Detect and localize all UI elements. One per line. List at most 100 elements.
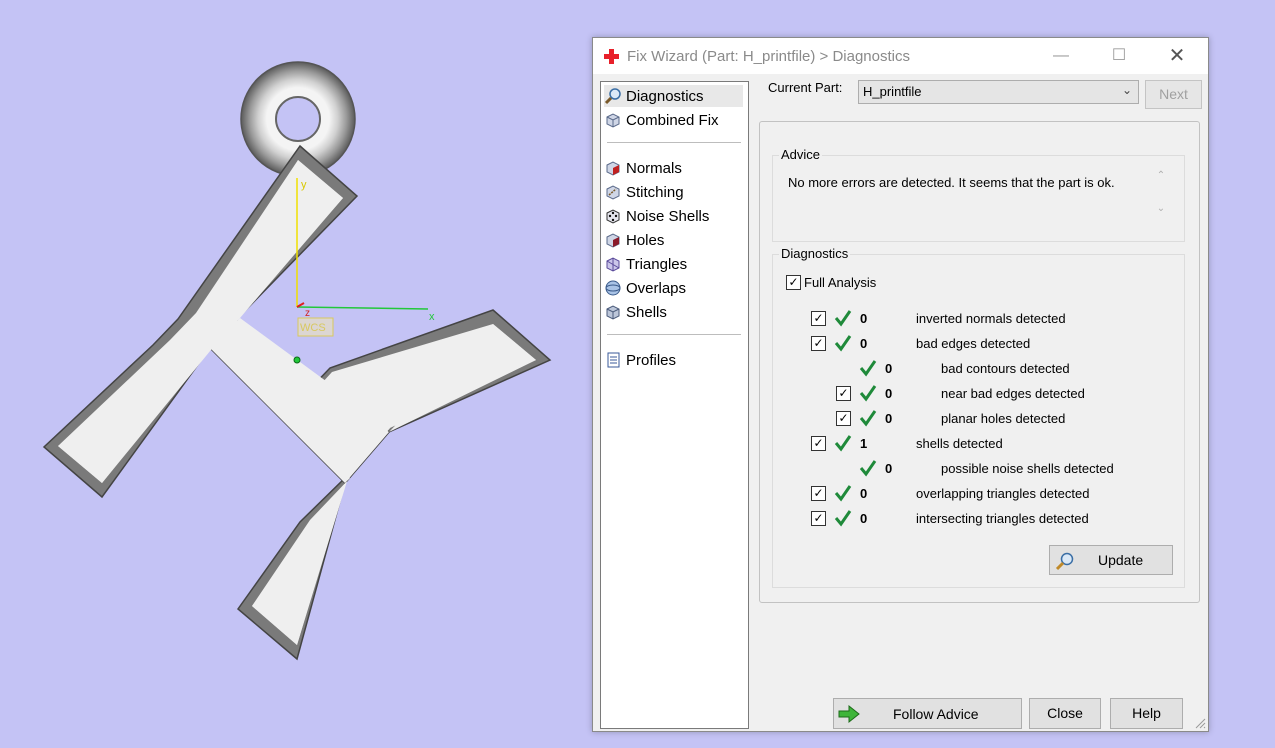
window-title: Fix Wizard (Part: H_printfile) > Diagnos… (627, 48, 910, 65)
resize-grip-icon[interactable] (1194, 717, 1206, 729)
diag-row-count: 0 (860, 336, 868, 351)
sidebar-item-label: Normals (626, 159, 682, 177)
sidebar-item-shells[interactable]: Shells (604, 301, 743, 323)
stitch-cube-icon (606, 185, 620, 200)
diag-row-count: 0 (885, 386, 893, 401)
title-bar[interactable]: Fix Wizard (Part: H_printfile) > Diagnos… (593, 38, 1208, 74)
diag-row-count: 0 (885, 361, 893, 376)
diag-row-checkbox[interactable]: ✓ (811, 511, 826, 526)
sidebar-item-label: Stitching (626, 183, 684, 201)
diagnostics-panel: Advice No more errors are detected. It s… (759, 121, 1200, 603)
wizard-sidebar: Diagnostics Combined Fix Normals Stitchi… (600, 81, 749, 729)
diag-row-checkbox[interactable]: ✓ (811, 486, 826, 501)
green-check-icon (834, 510, 852, 527)
current-part-value: H_printfile (863, 84, 922, 99)
h-model[interactable]: y x z WCS (42, 61, 552, 661)
triangle-cube-icon (606, 257, 620, 272)
axis-y-label: y (301, 179, 307, 191)
diag-row-count: 0 (860, 311, 868, 326)
diag-row-label: planar holes detected (941, 411, 1066, 426)
advice-scrollbar[interactable]: ⌃ ⌄ (1152, 170, 1170, 228)
overlap-sphere-icon (605, 280, 621, 296)
green-check-icon (834, 435, 852, 452)
axis-x-label: x (429, 311, 435, 323)
sidebar-separator (607, 334, 741, 335)
cube-hole-icon (606, 233, 620, 248)
scroll-down-icon[interactable]: ⌄ (1152, 203, 1170, 214)
follow-advice-label: Follow Advice (893, 706, 979, 722)
sidebar-item-label: Noise Shells (626, 207, 710, 225)
current-part-label: Current Part: (768, 80, 843, 95)
diag-row-count: 0 (885, 411, 893, 426)
sidebar-item-label: Triangles (626, 255, 688, 273)
diag-row-checkbox[interactable]: ✓ (836, 386, 851, 401)
green-check-icon (834, 335, 852, 352)
diag-row-checkbox[interactable]: ✓ (811, 436, 826, 451)
diag-row-label: intersecting triangles detected (916, 511, 1089, 526)
green-arrow-icon (838, 704, 860, 724)
next-button[interactable]: Next (1145, 80, 1202, 109)
sidebar-item-holes[interactable]: Holes (604, 229, 743, 251)
advice-title: Advice (779, 147, 823, 162)
wcs-label: WCS (300, 322, 326, 334)
sidebar-item-diagnostics[interactable]: Diagnostics (604, 85, 743, 107)
diag-row-label: bad contours detected (941, 361, 1070, 376)
diag-row-count: 1 (860, 436, 868, 451)
full-analysis-label: Full Analysis (804, 275, 877, 290)
sidebar-item-noise-shells[interactable]: Noise Shells (604, 205, 743, 227)
diag-row-checkbox[interactable]: ✓ (811, 311, 826, 326)
help-button[interactable]: Help (1110, 698, 1183, 729)
document-icon (607, 352, 620, 368)
diag-row-label: inverted normals detected (916, 311, 1066, 326)
diag-row-label: possible noise shells detected (941, 461, 1114, 476)
diag-row-label: overlapping triangles detected (916, 486, 1090, 501)
green-check-icon (859, 410, 877, 427)
magnifier-icon (1055, 552, 1074, 571)
diag-row-label: shells detected (916, 436, 1003, 451)
green-check-icon (834, 310, 852, 327)
close-window-button[interactable]: ✕ (1154, 38, 1200, 74)
magnifier-icon (604, 88, 621, 105)
diagnostics-title: Diagnostics (779, 246, 851, 261)
advice-text: No more errors are detected. It seems th… (788, 175, 1115, 190)
green-check-icon (859, 360, 877, 377)
diag-row-label: bad edges detected (916, 336, 1031, 351)
close-button[interactable]: Close (1029, 698, 1101, 729)
sidebar-item-triangles[interactable]: Triangles (604, 253, 743, 275)
sidebar-item-overlaps[interactable]: Overlaps (604, 277, 743, 299)
sidebar-separator (607, 142, 741, 143)
sidebar-item-stitching[interactable]: Stitching (604, 181, 743, 203)
chevron-down-icon: ⌄ (1121, 83, 1132, 97)
diag-row-count: 0 (860, 486, 868, 501)
sidebar-item-label: Combined Fix (626, 111, 719, 129)
red-cross-icon (604, 49, 619, 64)
cube-icon (606, 113, 620, 128)
current-part-select[interactable]: H_printfile ⌄ (858, 80, 1139, 104)
sidebar-item-normals[interactable]: Normals (604, 157, 743, 179)
axis-z-label: z (305, 308, 310, 319)
sidebar-item-label: Overlaps (626, 279, 687, 297)
sidebar-item-label: Holes (626, 231, 665, 249)
update-button[interactable]: Update (1049, 545, 1173, 575)
green-check-icon (834, 485, 852, 502)
minimize-button[interactable]: — (1038, 38, 1084, 74)
sidebar-item-combined-fix[interactable]: Combined Fix (604, 109, 743, 131)
sidebar-item-label: Profiles (626, 351, 677, 369)
scroll-up-icon[interactable]: ⌃ (1152, 170, 1170, 181)
sidebar-item-label: Shells (626, 303, 667, 321)
sidebar-item-label: Diagnostics (626, 87, 704, 105)
follow-advice-button[interactable]: Follow Advice (833, 698, 1022, 729)
full-analysis-checkbox[interactable]: ✓ (786, 275, 801, 290)
diag-row-checkbox[interactable]: ✓ (811, 336, 826, 351)
diag-row-count: 0 (860, 511, 868, 526)
maximize-button[interactable]: ☐ (1096, 38, 1142, 74)
diagnostics-group: Diagnostics ✓ Full Analysis ✓ 0 inverted… (772, 246, 1185, 588)
diag-row-count: 0 (885, 461, 893, 476)
update-label: Update (1098, 552, 1144, 568)
advice-group: Advice No more errors are detected. It s… (772, 147, 1185, 242)
shell-cube-icon (606, 305, 620, 320)
axis-x-line (296, 306, 429, 310)
sidebar-item-profiles[interactable]: Profiles (604, 349, 743, 371)
green-check-icon (859, 460, 877, 477)
diag-row-checkbox[interactable]: ✓ (836, 411, 851, 426)
